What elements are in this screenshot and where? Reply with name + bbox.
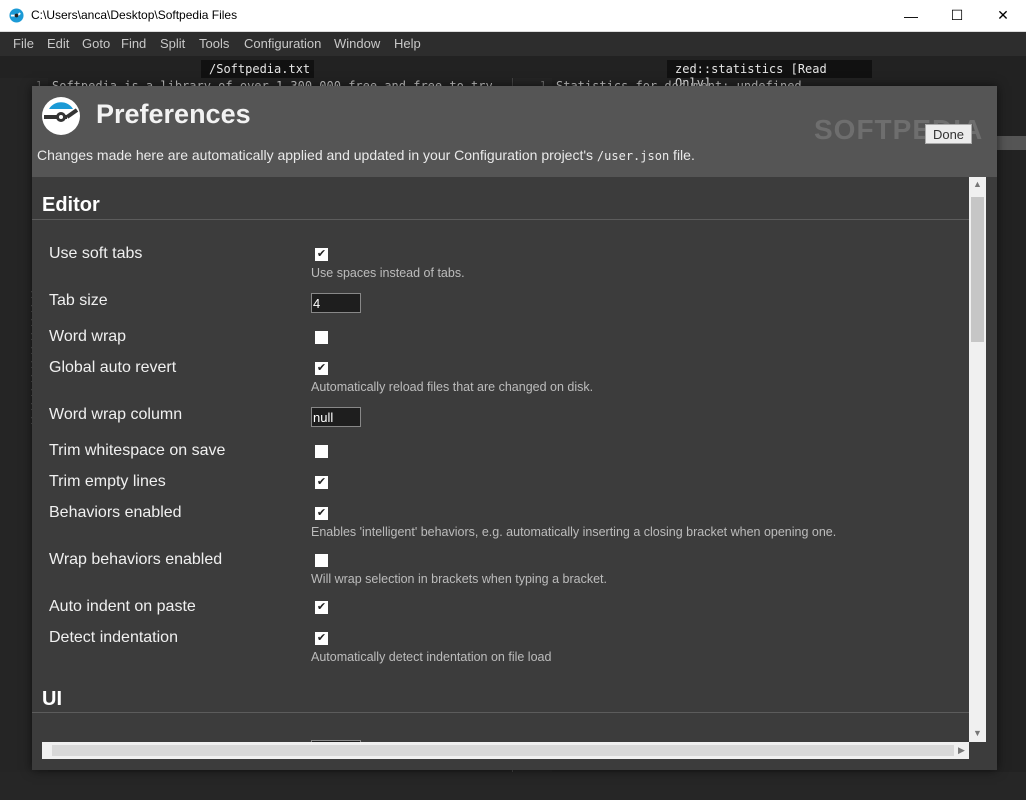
dialog-header: Preferences SOFTPEDIA Done Changes made …: [32, 86, 997, 177]
description-text: Changes made here are automatically appl…: [37, 147, 597, 163]
menu-edit[interactable]: Edit: [47, 36, 69, 51]
menu-configuration[interactable]: Configuration: [244, 36, 321, 51]
checkbox-trim-empty-lines[interactable]: ✔: [315, 476, 328, 489]
maximize-button[interactable]: ☐: [934, 0, 980, 31]
setting-label-global-auto-revert: Global auto revert: [49, 359, 177, 376]
scroll-up-icon[interactable]: ▲: [973, 179, 982, 189]
setting-label-detect-indentation: Detect indentation: [49, 629, 178, 646]
dialog-description: Changes made here are automatically appl…: [37, 147, 695, 163]
zed-app-icon: [9, 8, 24, 23]
menu-window[interactable]: Window: [334, 36, 380, 51]
minimize-button[interactable]: —: [888, 0, 934, 31]
section-title-editor: Editor: [42, 194, 100, 216]
hint-wrap-behaviors: Will wrap selection in brackets when typ…: [311, 572, 607, 586]
editor-selection: [997, 136, 1026, 150]
tab-zed-statistics[interactable]: zed::statistics [Read Only]: [667, 60, 872, 90]
setting-label-tab-size: Tab size: [49, 292, 108, 309]
menu-help[interactable]: Help: [394, 36, 421, 51]
scroll-down-icon[interactable]: ▼: [973, 728, 982, 738]
menu-bar: File Edit Goto Find Split Tools Configur…: [0, 32, 1026, 56]
setting-label-behaviors-enabled: Behaviors enabled: [49, 504, 182, 521]
section-divider: [32, 219, 969, 220]
preferences-dialog: Preferences SOFTPEDIA Done Changes made …: [32, 86, 997, 770]
setting-label-wrap-behaviors: Wrap behaviors enabled: [49, 551, 223, 568]
checkbox-behaviors-enabled[interactable]: ✔: [315, 507, 328, 520]
window-titlebar: C:\Users\anca\Desktop\Softpedia Files — …: [0, 0, 1026, 32]
tab-softpedia-txt[interactable]: /Softpedia.txt: [201, 60, 314, 78]
checkbox-use-soft-tabs[interactable]: ✔: [315, 248, 328, 261]
hint-global-auto-revert: Automatically reload files that are chan…: [311, 380, 594, 394]
vertical-scrollbar[interactable]: ▲ ▼: [969, 177, 986, 742]
preferences-content: Editor Use soft tabs ✔ Use spaces instea…: [32, 177, 969, 742]
checkbox-auto-indent-paste[interactable]: ✔: [315, 601, 328, 614]
checkbox-trim-whitespace[interactable]: [315, 445, 328, 458]
editor-bottom-strip: [0, 772, 1026, 800]
hint-detect-indentation: Automatically detect indentation on file…: [311, 650, 552, 664]
done-button[interactable]: Done: [925, 124, 972, 144]
section-title-ui: UI: [42, 688, 62, 710]
input-word-wrap-column[interactable]: null: [311, 407, 361, 427]
setting-label-use-soft-tabs: Use soft tabs: [49, 245, 143, 262]
dialog-title: Preferences: [96, 99, 251, 129]
description-suffix: file.: [669, 147, 695, 163]
menu-split[interactable]: Split: [160, 36, 185, 51]
horizontal-scroll-thumb[interactable]: [52, 745, 954, 756]
checkbox-detect-indentation[interactable]: ✔: [315, 632, 328, 645]
section-divider: [32, 712, 969, 713]
close-button[interactable]: ✕: [980, 0, 1026, 31]
setting-label-auto-indent-paste: Auto indent on paste: [49, 598, 196, 615]
menu-file[interactable]: File: [13, 36, 34, 51]
scroll-right-icon[interactable]: ▶: [958, 745, 965, 756]
menu-tools[interactable]: Tools: [199, 36, 229, 51]
window-title: C:\Users\anca\Desktop\Softpedia Files: [31, 8, 238, 22]
hint-behaviors-enabled: Enables 'intelligent' behaviors, e.g. au…: [311, 525, 837, 539]
checkbox-global-auto-revert[interactable]: ✔: [315, 362, 328, 375]
menu-goto[interactable]: Goto: [82, 36, 110, 51]
input-tab-size[interactable]: 4: [311, 293, 361, 313]
zed-logo-icon: [42, 97, 80, 135]
setting-label-word-wrap: Word wrap: [49, 328, 127, 345]
description-filename: /user.json: [596, 149, 670, 163]
checkbox-word-wrap[interactable]: [315, 331, 328, 344]
setting-label-trim-empty-lines: Trim empty lines: [49, 473, 166, 490]
menu-find[interactable]: Find: [121, 36, 146, 51]
setting-label-trim-whitespace: Trim whitespace on save: [49, 442, 226, 459]
checkbox-wrap-behaviors[interactable]: [315, 554, 328, 567]
horizontal-scrollbar[interactable]: ▶: [42, 742, 969, 759]
hint-use-soft-tabs: Use spaces instead of tabs.: [311, 266, 465, 280]
vertical-scroll-thumb[interactable]: [971, 197, 984, 342]
setting-label-word-wrap-column: Word wrap column: [49, 406, 183, 423]
